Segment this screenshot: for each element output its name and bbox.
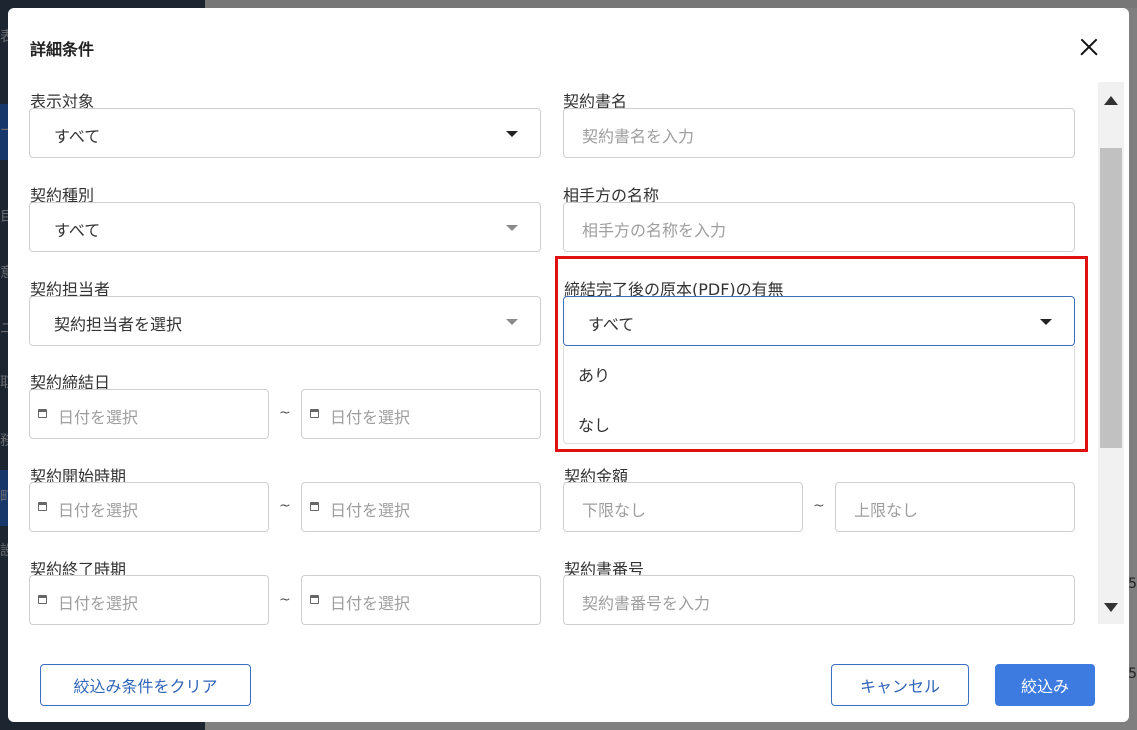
contract-name-placeholder: 契約書名を入力	[582, 127, 695, 146]
chevron-down-icon	[506, 319, 518, 325]
end-date-to-input[interactable]: 日付を選択	[301, 575, 541, 625]
amount-max-input[interactable]: 上限なし	[835, 482, 1075, 532]
contract-number-placeholder: 契約書番号を入力	[582, 594, 711, 613]
start-date-to-input[interactable]: 日付を選択	[301, 482, 541, 532]
start-date-from-placeholder: 日付を選択	[58, 501, 139, 520]
scroll-up-icon[interactable]	[1104, 96, 1118, 105]
calendar-icon	[38, 409, 47, 418]
modal-title: 詳細条件	[30, 40, 95, 59]
original-pdf-option-no[interactable]: なし	[578, 412, 610, 436]
start-date-to-placeholder: 日付を選択	[330, 501, 411, 520]
close-icon[interactable]	[1074, 32, 1104, 62]
original-pdf-dropdown-list: あり なし	[563, 346, 1075, 444]
counterparty-input[interactable]: 相手方の名称を入力	[563, 202, 1075, 252]
detailed-conditions-modal: 詳細条件 表示対象 すべて 契約書名 契約書名を入力 契約種別 すべて 相手方の…	[8, 8, 1129, 722]
original-pdf-select[interactable]: すべて	[563, 296, 1075, 346]
range-separator: ~	[813, 498, 825, 514]
range-separator: ~	[279, 405, 291, 421]
end-date-from-input[interactable]: 日付を選択	[29, 575, 269, 625]
scroll-down-icon[interactable]	[1104, 603, 1118, 612]
amount-min-input[interactable]: 下限なし	[563, 482, 803, 532]
scrollbar-thumb[interactable]	[1100, 148, 1122, 448]
contract-owner-value: 契約担当者を選択	[54, 315, 183, 334]
range-separator: ~	[279, 592, 291, 608]
apply-filters-button[interactable]: 絞込み	[995, 664, 1095, 706]
chevron-down-icon	[506, 225, 518, 231]
amount-min-placeholder: 下限なし	[582, 501, 647, 520]
original-pdf-option-yes[interactable]: あり	[578, 362, 610, 386]
signing-date-from-input[interactable]: 日付を選択	[29, 389, 269, 439]
chevron-down-icon	[1040, 319, 1052, 325]
signing-date-to-input[interactable]: 日付を選択	[301, 389, 541, 439]
clear-filters-button[interactable]: 絞込み条件をクリア	[40, 664, 251, 706]
counterparty-placeholder: 相手方の名称を入力	[582, 221, 727, 240]
modal-content: 表示対象 すべて 契約書名 契約書名を入力 契約種別 すべて 相手方の名称 相手…	[8, 82, 1103, 632]
end-date-to-placeholder: 日付を選択	[330, 594, 411, 613]
display-target-select[interactable]: すべて	[29, 108, 541, 158]
cancel-button[interactable]: キャンセル	[831, 664, 969, 706]
end-date-from-placeholder: 日付を選択	[58, 594, 139, 613]
signing-date-from-placeholder: 日付を選択	[58, 408, 139, 427]
range-separator: ~	[279, 498, 291, 514]
original-pdf-value: すべて	[588, 315, 635, 334]
chevron-down-icon	[506, 131, 518, 137]
modal-scrollbar[interactable]	[1098, 82, 1124, 624]
calendar-icon	[310, 595, 319, 604]
amount-max-placeholder: 上限なし	[854, 501, 919, 520]
contract-type-select[interactable]: すべて	[29, 202, 541, 252]
display-target-value: すべて	[54, 127, 101, 146]
signing-date-to-placeholder: 日付を選択	[330, 408, 411, 427]
calendar-icon	[38, 502, 47, 511]
calendar-icon	[38, 595, 47, 604]
calendar-icon	[310, 502, 319, 511]
contract-number-input[interactable]: 契約書番号を入力	[563, 575, 1075, 625]
start-date-from-input[interactable]: 日付を選択	[29, 482, 269, 532]
contract-name-input[interactable]: 契約書名を入力	[563, 108, 1075, 158]
contract-owner-select[interactable]: 契約担当者を選択	[29, 296, 541, 346]
calendar-icon	[310, 409, 319, 418]
contract-type-value: すべて	[54, 221, 101, 240]
